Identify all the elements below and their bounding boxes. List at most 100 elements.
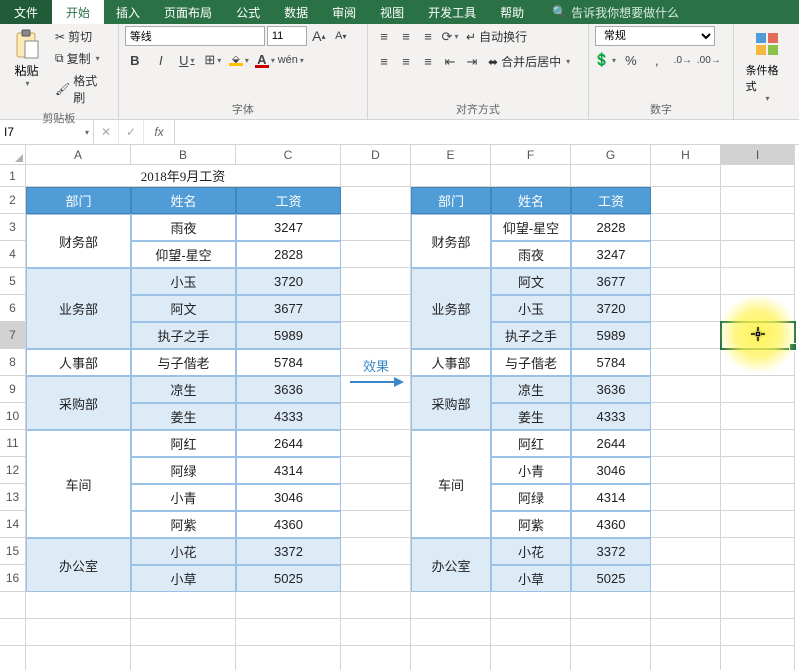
cell-C2[interactable]: 工资 (236, 187, 341, 214)
cell-B8[interactable]: 与子偕老 (131, 349, 236, 376)
cell-B16[interactable]: 小草 (131, 565, 236, 592)
tab-insert[interactable]: 插入 (104, 0, 152, 24)
row-header-4[interactable]: 4 (0, 241, 26, 268)
row-header-15[interactable]: 15 (0, 538, 26, 565)
cell-E11[interactable]: 车间 (411, 430, 491, 538)
cell-H14[interactable] (651, 511, 721, 538)
confirm-formula-button[interactable]: ✓ (119, 120, 144, 144)
align-middle-button[interactable]: ≡ (396, 27, 416, 47)
cell-H6[interactable] (651, 295, 721, 322)
cell-E5[interactable]: 业务部 (411, 268, 491, 349)
align-right-button[interactable]: ≡ (418, 52, 438, 72)
cell-B9[interactable]: 凉生 (131, 376, 236, 403)
cell-Gx18[interactable] (571, 646, 651, 670)
wrap-text-button[interactable]: ↵自动换行 (462, 26, 531, 47)
cell-I2[interactable] (721, 187, 795, 214)
cell-Bx16[interactable] (131, 592, 236, 619)
indent-dec-button[interactable]: ⇤ (440, 52, 460, 72)
cell-C3[interactable]: 3247 (236, 214, 341, 241)
cell-I8[interactable] (721, 349, 795, 376)
cell-D1[interactable] (341, 165, 411, 187)
fill-color-button[interactable]: ⬙▾ (229, 50, 249, 70)
orientation-button[interactable]: ⟳▾ (440, 27, 460, 47)
cell-F15[interactable]: 小花 (491, 538, 571, 565)
row-header-9[interactable]: 9 (0, 376, 26, 403)
cell-Cx17[interactable] (236, 619, 341, 646)
percent-button[interactable]: % (621, 50, 641, 70)
cell-H9[interactable] (651, 376, 721, 403)
cell-H16[interactable] (651, 565, 721, 592)
cell-F8[interactable]: 与子偕老 (491, 349, 571, 376)
cell-D5[interactable] (341, 268, 411, 295)
cell-I13[interactable] (721, 484, 795, 511)
tab-review[interactable]: 审阅 (320, 0, 368, 24)
cell-H1[interactable] (651, 165, 721, 187)
cell-Fx16[interactable] (491, 592, 571, 619)
accounting-button[interactable]: 💲▾ (595, 50, 615, 70)
cell-D6[interactable] (341, 295, 411, 322)
cell-I1[interactable] (721, 165, 795, 187)
cell-Fx18[interactable] (491, 646, 571, 670)
row-header-12[interactable]: 12 (0, 457, 26, 484)
col-header-H[interactable]: H (651, 145, 721, 165)
row-header-6[interactable]: 6 (0, 295, 26, 322)
cell-B11[interactable]: 阿红 (131, 430, 236, 457)
cell-Dx16[interactable] (341, 592, 411, 619)
cell-D8[interactable]: 效果 (341, 345, 411, 399)
cell-Gx16[interactable] (571, 592, 651, 619)
format-painter-button[interactable]: 🖌格式刷 (51, 70, 112, 108)
tab-dev[interactable]: 开发工具 (416, 0, 488, 24)
cell-D2[interactable] (341, 187, 411, 214)
cell-Bx18[interactable] (131, 646, 236, 670)
cell-I5[interactable] (721, 268, 795, 295)
tab-home[interactable]: 开始 (52, 0, 104, 24)
cell-F14[interactable]: 阿紫 (491, 511, 571, 538)
cell-F3[interactable]: 仰望-星空 (491, 214, 571, 241)
tab-view[interactable]: 视图 (368, 0, 416, 24)
col-header-E[interactable]: E (411, 145, 491, 165)
cell-H12[interactable] (651, 457, 721, 484)
cell-I10[interactable] (721, 403, 795, 430)
paste-button[interactable]: 粘贴 ▾ (6, 26, 47, 88)
cell-G12[interactable]: 3046 (571, 457, 651, 484)
cell-B5[interactable]: 小玉 (131, 268, 236, 295)
row-header-3[interactable]: 3 (0, 214, 26, 241)
cell-F9[interactable]: 凉生 (491, 376, 571, 403)
spreadsheet-grid[interactable]: ABCDEFGHI 12345678910111213141516 2018年9… (0, 145, 799, 670)
cell-Ax17[interactable] (26, 619, 131, 646)
cell-Hx18[interactable] (651, 646, 721, 670)
cell-I12[interactable] (721, 457, 795, 484)
cell-H11[interactable] (651, 430, 721, 457)
number-format-select[interactable]: 常规 (595, 26, 715, 46)
cell-D14[interactable] (341, 511, 411, 538)
cell-G15[interactable]: 3372 (571, 538, 651, 565)
cell-Dx17[interactable] (341, 619, 411, 646)
cell-G2[interactable]: 工资 (571, 187, 651, 214)
cell-A8[interactable]: 人事部 (26, 349, 131, 376)
cell-B13[interactable]: 小青 (131, 484, 236, 511)
cell-C11[interactable]: 2644 (236, 430, 341, 457)
cell-E3[interactable]: 财务部 (411, 214, 491, 268)
col-header-I[interactable]: I (721, 145, 795, 165)
cell-Ex17[interactable] (411, 619, 491, 646)
cell-H8[interactable] (651, 349, 721, 376)
cell-E15[interactable]: 办公室 (411, 538, 491, 592)
cell-I6[interactable] (721, 295, 795, 322)
row-header-7[interactable]: 7 (0, 322, 26, 349)
cell-G11[interactable]: 2644 (571, 430, 651, 457)
cell-B12[interactable]: 阿绿 (131, 457, 236, 484)
cell-E1[interactable] (411, 165, 491, 187)
cell-B10[interactable]: 姜生 (131, 403, 236, 430)
cell-H13[interactable] (651, 484, 721, 511)
cell-B6[interactable]: 阿文 (131, 295, 236, 322)
cell-I4[interactable] (721, 241, 795, 268)
cell-I9[interactable] (721, 376, 795, 403)
cell-G9[interactable]: 3636 (571, 376, 651, 403)
merge-center-button[interactable]: ⬌合并后居中▾ (484, 51, 574, 72)
row-header-14[interactable]: 14 (0, 511, 26, 538)
cell-Cx16[interactable] (236, 592, 341, 619)
cell-C6[interactable]: 3677 (236, 295, 341, 322)
cell-C13[interactable]: 3046 (236, 484, 341, 511)
cell-E2[interactable]: 部门 (411, 187, 491, 214)
cell-A5[interactable]: 业务部 (26, 268, 131, 349)
